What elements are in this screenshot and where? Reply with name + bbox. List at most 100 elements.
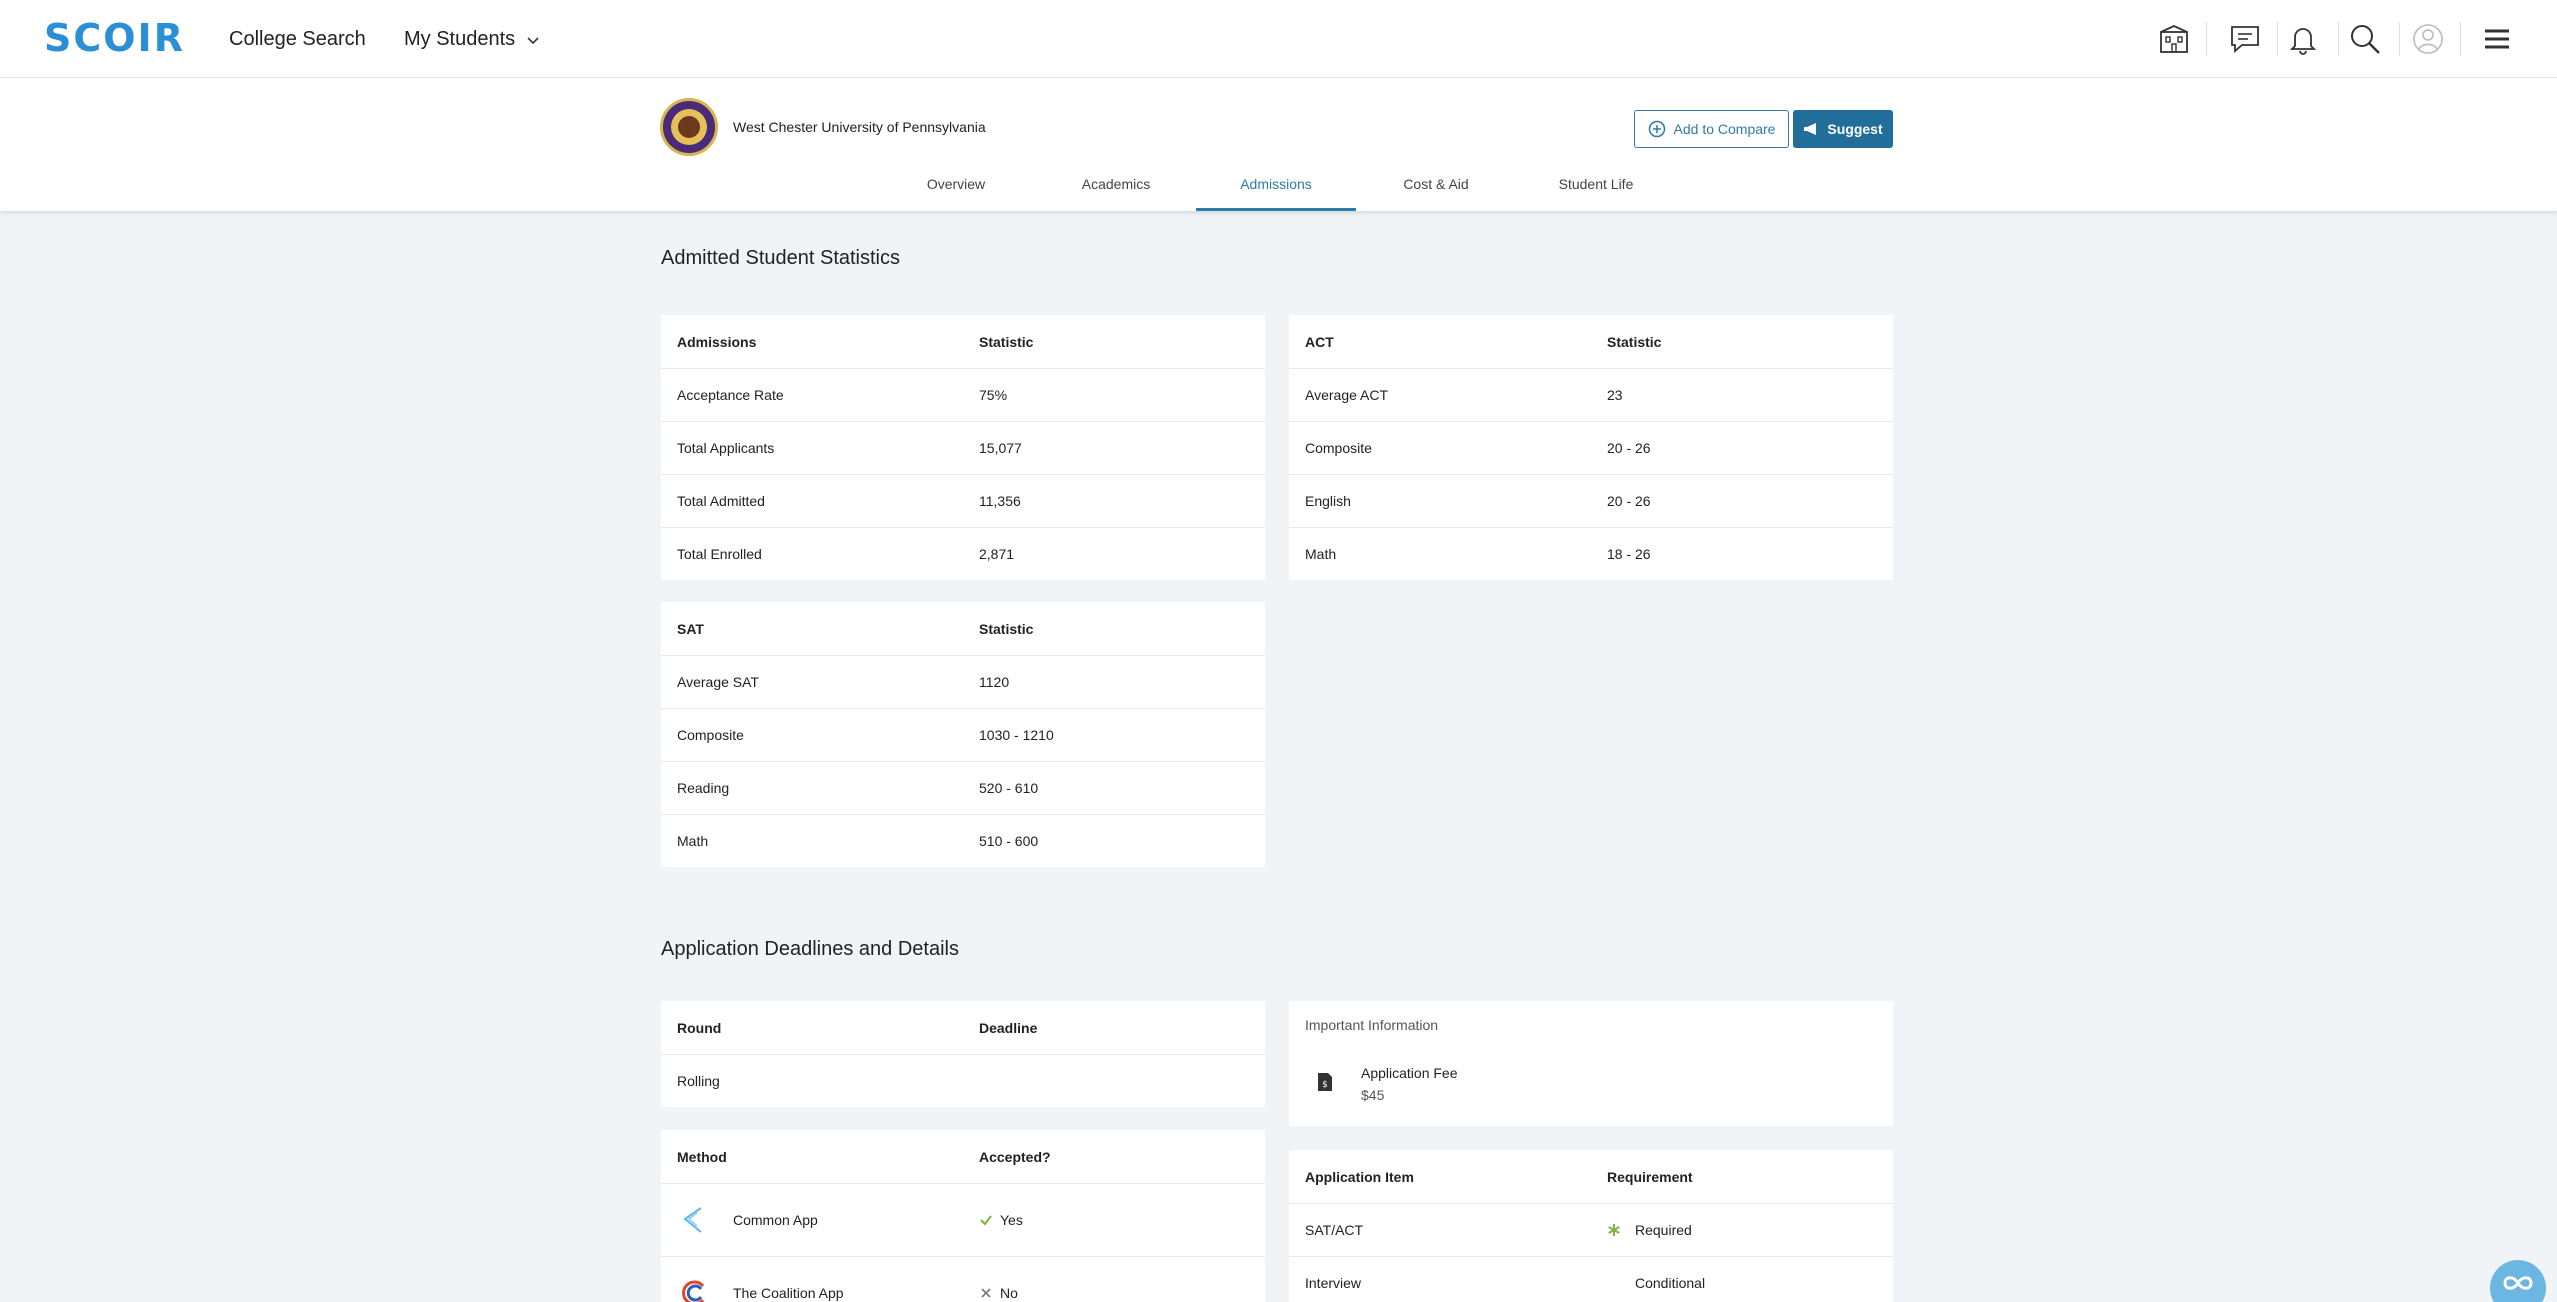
infinity-icon bbox=[2503, 1276, 2533, 1290]
college-name: West Chester University of Pennsylvania bbox=[733, 119, 986, 135]
deadlines-section-title: Application Deadlines and Details bbox=[661, 938, 959, 960]
row-label: Average SAT bbox=[677, 674, 759, 690]
table-row: Math 510 - 600 bbox=[661, 814, 1265, 867]
important-info-card: Important Information $ Application Fee … bbox=[1289, 1001, 1893, 1126]
col-header: ACT bbox=[1305, 333, 1334, 350]
col-header: Round bbox=[677, 1019, 722, 1036]
suggest-button[interactable]: Suggest bbox=[1793, 110, 1893, 148]
sat-table: SAT Statistic Average SAT 1120 Composite 1… bbox=[661, 602, 1265, 867]
table-header-row: SAT Statistic bbox=[661, 602, 1265, 655]
table-header-row: Admissions Statistic bbox=[661, 315, 1265, 368]
row-label: Math bbox=[1305, 546, 1337, 562]
nav-divider bbox=[2338, 22, 2339, 56]
table-row: Reading 520 - 610 bbox=[661, 761, 1265, 814]
menu-icon[interactable] bbox=[2478, 20, 2516, 58]
table-header-row: Application Item Requirement bbox=[1289, 1150, 1893, 1203]
plus-circle-icon bbox=[1648, 120, 1665, 138]
table-header-row: ACT Statistic bbox=[1289, 315, 1893, 368]
chat-widget-button[interactable] bbox=[2490, 1260, 2546, 1302]
row-value: 20 - 26 bbox=[1607, 440, 1651, 456]
top-navbar: SCOIR College Search My Students bbox=[0, 0, 2557, 78]
tab-student-life[interactable]: Student Life bbox=[1516, 168, 1676, 211]
row-value: 520 - 610 bbox=[979, 780, 1039, 796]
col-header: Application Item bbox=[1305, 1168, 1414, 1185]
row-value: 18 - 26 bbox=[1607, 546, 1651, 562]
row-label: English bbox=[1305, 493, 1351, 509]
bell-icon[interactable] bbox=[2284, 20, 2322, 58]
col-header: Statistic bbox=[979, 620, 1034, 637]
row-value: 510 - 600 bbox=[979, 833, 1039, 849]
requirement-value: Required bbox=[1635, 1222, 1692, 1238]
row-label: Total Admitted bbox=[677, 493, 765, 509]
nav-my-students[interactable]: My Students bbox=[404, 27, 541, 51]
table-row: Composite 20 - 26 bbox=[1289, 421, 1893, 474]
col-header: Admissions bbox=[677, 333, 757, 350]
table-row: Total Applicants 15,077 bbox=[661, 421, 1265, 474]
admissions-table: Admissions Statistic Acceptance Rate 75% … bbox=[661, 315, 1265, 580]
message-icon[interactable] bbox=[2226, 20, 2264, 58]
table-header-row: Round Deadline bbox=[661, 1001, 1265, 1054]
add-to-compare-button[interactable]: Add to Compare bbox=[1634, 110, 1789, 148]
col-header: Statistic bbox=[1607, 333, 1662, 350]
nav-divider bbox=[2460, 22, 2461, 56]
accepted-status: No bbox=[1000, 1285, 1018, 1301]
method-table: Method Accepted? Common App Yes The Coal… bbox=[661, 1130, 1265, 1302]
college-tabs: Overview Academics Admissions Cost & Aid… bbox=[0, 168, 2557, 211]
x-icon bbox=[981, 1288, 991, 1298]
method-name: Common App bbox=[733, 1212, 818, 1228]
table-row: Acceptance Rate 75% bbox=[661, 368, 1265, 421]
row-label: Acceptance Rate bbox=[677, 387, 784, 403]
row-value: 75% bbox=[979, 387, 1008, 403]
table-row: Average SAT 1120 bbox=[661, 655, 1265, 708]
add-to-compare-label: Add to Compare bbox=[1673, 121, 1776, 137]
item-name: Interview bbox=[1305, 1275, 1362, 1291]
nav-divider bbox=[2277, 22, 2278, 56]
application-items-table: Application Item Requirement SAT/ACT Req… bbox=[1289, 1150, 1893, 1302]
important-info-title: Important Information bbox=[1305, 1017, 1439, 1033]
tab-academics[interactable]: Academics bbox=[1036, 168, 1196, 211]
table-row: The Coalition App No bbox=[661, 1256, 1265, 1302]
col-header: Deadline bbox=[979, 1019, 1038, 1036]
requirement-value: Conditional bbox=[1635, 1275, 1706, 1291]
college-header: West Chester University of Pennsylvania … bbox=[0, 78, 2557, 211]
round-name: Rolling bbox=[677, 1073, 720, 1089]
row-value: 1030 - 1210 bbox=[979, 727, 1054, 743]
asterisk-icon bbox=[1608, 1224, 1620, 1236]
search-icon[interactable] bbox=[2346, 20, 2384, 58]
row-label: Total Enrolled bbox=[677, 546, 762, 562]
nav-divider bbox=[2206, 22, 2207, 56]
row-label: Reading bbox=[677, 780, 730, 796]
row-label: Composite bbox=[677, 727, 744, 743]
round-table: Round Deadline Rolling bbox=[661, 1001, 1265, 1107]
check-icon bbox=[980, 1215, 992, 1226]
table-header-row: Method Accepted? bbox=[661, 1130, 1265, 1183]
profile-icon[interactable] bbox=[2409, 20, 2447, 58]
college-building-icon[interactable] bbox=[2155, 20, 2193, 58]
tab-admissions[interactable]: Admissions bbox=[1196, 168, 1356, 211]
table-row: English 20 - 26 bbox=[1289, 474, 1893, 527]
stats-section-title: Admitted Student Statistics bbox=[661, 247, 901, 269]
row-value: 23 bbox=[1607, 387, 1623, 403]
row-value: 15,077 bbox=[979, 440, 1022, 456]
table-row: Common App Yes bbox=[661, 1183, 1265, 1256]
table-row: Rolling bbox=[661, 1054, 1265, 1107]
table-row: Average ACT 23 bbox=[1289, 368, 1893, 421]
col-header: Requirement bbox=[1607, 1168, 1693, 1185]
table-row: Total Enrolled 2,871 bbox=[661, 527, 1265, 580]
row-value: 20 - 26 bbox=[1607, 493, 1651, 509]
item-name: SAT/ACT bbox=[1305, 1222, 1364, 1238]
table-row: SAT/ACT Required bbox=[1289, 1203, 1893, 1256]
svg-text:$: $ bbox=[1322, 1080, 1328, 1090]
nav-college-search[interactable]: College Search bbox=[229, 27, 366, 51]
row-value: 11,356 bbox=[979, 493, 1021, 509]
row-label: Composite bbox=[1305, 440, 1372, 456]
college-seal-logo bbox=[660, 98, 718, 156]
col-header: SAT bbox=[677, 620, 704, 637]
tab-cost-aid[interactable]: Cost & Aid bbox=[1356, 168, 1516, 211]
megaphone-icon bbox=[1804, 123, 1817, 135]
row-value: 1120 bbox=[979, 674, 1010, 690]
table-row: Total Admitted 11,356 bbox=[661, 474, 1265, 527]
scoir-logo[interactable]: SCOIR bbox=[44, 18, 185, 58]
row-value: 2,871 bbox=[979, 546, 1015, 562]
tab-overview[interactable]: Overview bbox=[896, 168, 1016, 211]
